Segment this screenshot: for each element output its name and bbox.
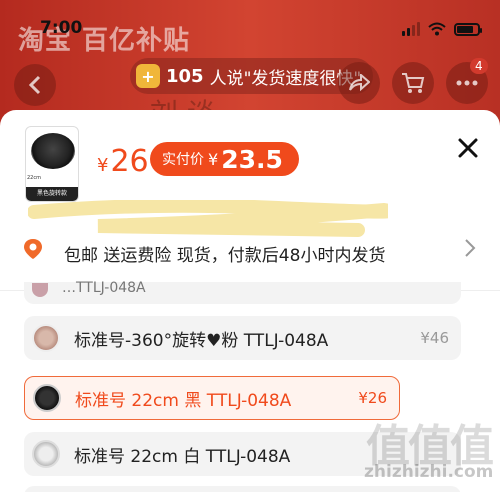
more-dots-icon <box>456 80 478 86</box>
signal-icon <box>402 22 420 36</box>
sku-option-black-selected[interactable]: 标准号 22cm 黑 TTLJ-048A ¥26 <box>24 376 400 420</box>
rumor-count: 105 <box>166 65 204 87</box>
paid-price-value: 23.5 <box>221 144 283 174</box>
location-pin-icon <box>24 239 42 259</box>
close-icon[interactable] <box>454 134 482 162</box>
list-price: ¥ 26 <box>97 144 149 179</box>
status-time: 7:00 <box>40 18 83 38</box>
shipping-text: 包邮 送运费险 现货，付款后48小时内发货 <box>64 246 386 266</box>
list-price-value: 26 <box>110 144 149 179</box>
share-icon <box>349 74 370 92</box>
sku-option-thumb <box>32 324 60 352</box>
sku-option-label: 标准号 22cm 黑 TTLJ-048A <box>75 390 292 411</box>
cart-count-badge: 4 <box>470 58 488 74</box>
rumor-pill: + 105 人说"发货速度很快" <box>130 58 374 94</box>
cart-icon <box>402 73 425 93</box>
status-icons <box>402 22 482 36</box>
sku-option-price: ¥46 <box>420 329 449 347</box>
paid-price-pill: 实付价 ¥ 23.5 <box>150 142 299 176</box>
product-thumbnail[interactable]: 22cm 黑色旋转款 <box>25 126 79 202</box>
wifi-icon <box>428 22 446 36</box>
paid-price-label: 实付价 <box>162 152 204 168</box>
sku-selector-sheet: 22cm 黑色旋转款 ¥ 26 实付价 ¥ 23.5 包邮 送运费险 现货，付款… <box>0 110 500 492</box>
sku-option-pink[interactable]: 标准号-360°旋转♥粉 TTLJ-048A ¥46 <box>24 316 461 360</box>
shopping-bag-icon: + <box>136 64 160 88</box>
paid-price-currency: ¥ <box>208 149 219 169</box>
sku-option-white[interactable]: 标准号 22cm 白 TTLJ-048A <box>24 432 461 476</box>
sku-option-thumb <box>33 384 61 412</box>
thumb-size-label: 22cm <box>27 175 41 181</box>
back-button[interactable] <box>14 64 56 106</box>
list-price-currency: ¥ <box>97 155 109 176</box>
sku-option-next[interactable] <box>24 486 461 492</box>
share-button[interactable] <box>338 62 380 104</box>
pan-image <box>31 133 75 169</box>
cart-button[interactable] <box>392 62 434 104</box>
sku-option-label: …TTLJ-048A <box>62 280 146 296</box>
battery-icon <box>454 22 482 36</box>
sku-option-label: 标准号-360°旋转♥粉 TTLJ-048A <box>74 330 329 351</box>
sku-option-partial[interactable]: …TTLJ-048A <box>24 280 461 304</box>
chevron-right-icon <box>465 239 476 257</box>
chevron-left-icon <box>28 75 41 95</box>
shipping-info-row[interactable]: 包邮 送运费险 现货，付款后48小时内发货 <box>0 228 500 278</box>
sku-option-thumb <box>32 440 60 468</box>
thumb-caption: 黑色旋转款 <box>26 187 78 201</box>
sku-option-thumb <box>32 283 48 297</box>
sku-option-label: 标准号 22cm 白 TTLJ-048A <box>74 446 291 467</box>
sku-option-price: ¥26 <box>358 389 387 407</box>
